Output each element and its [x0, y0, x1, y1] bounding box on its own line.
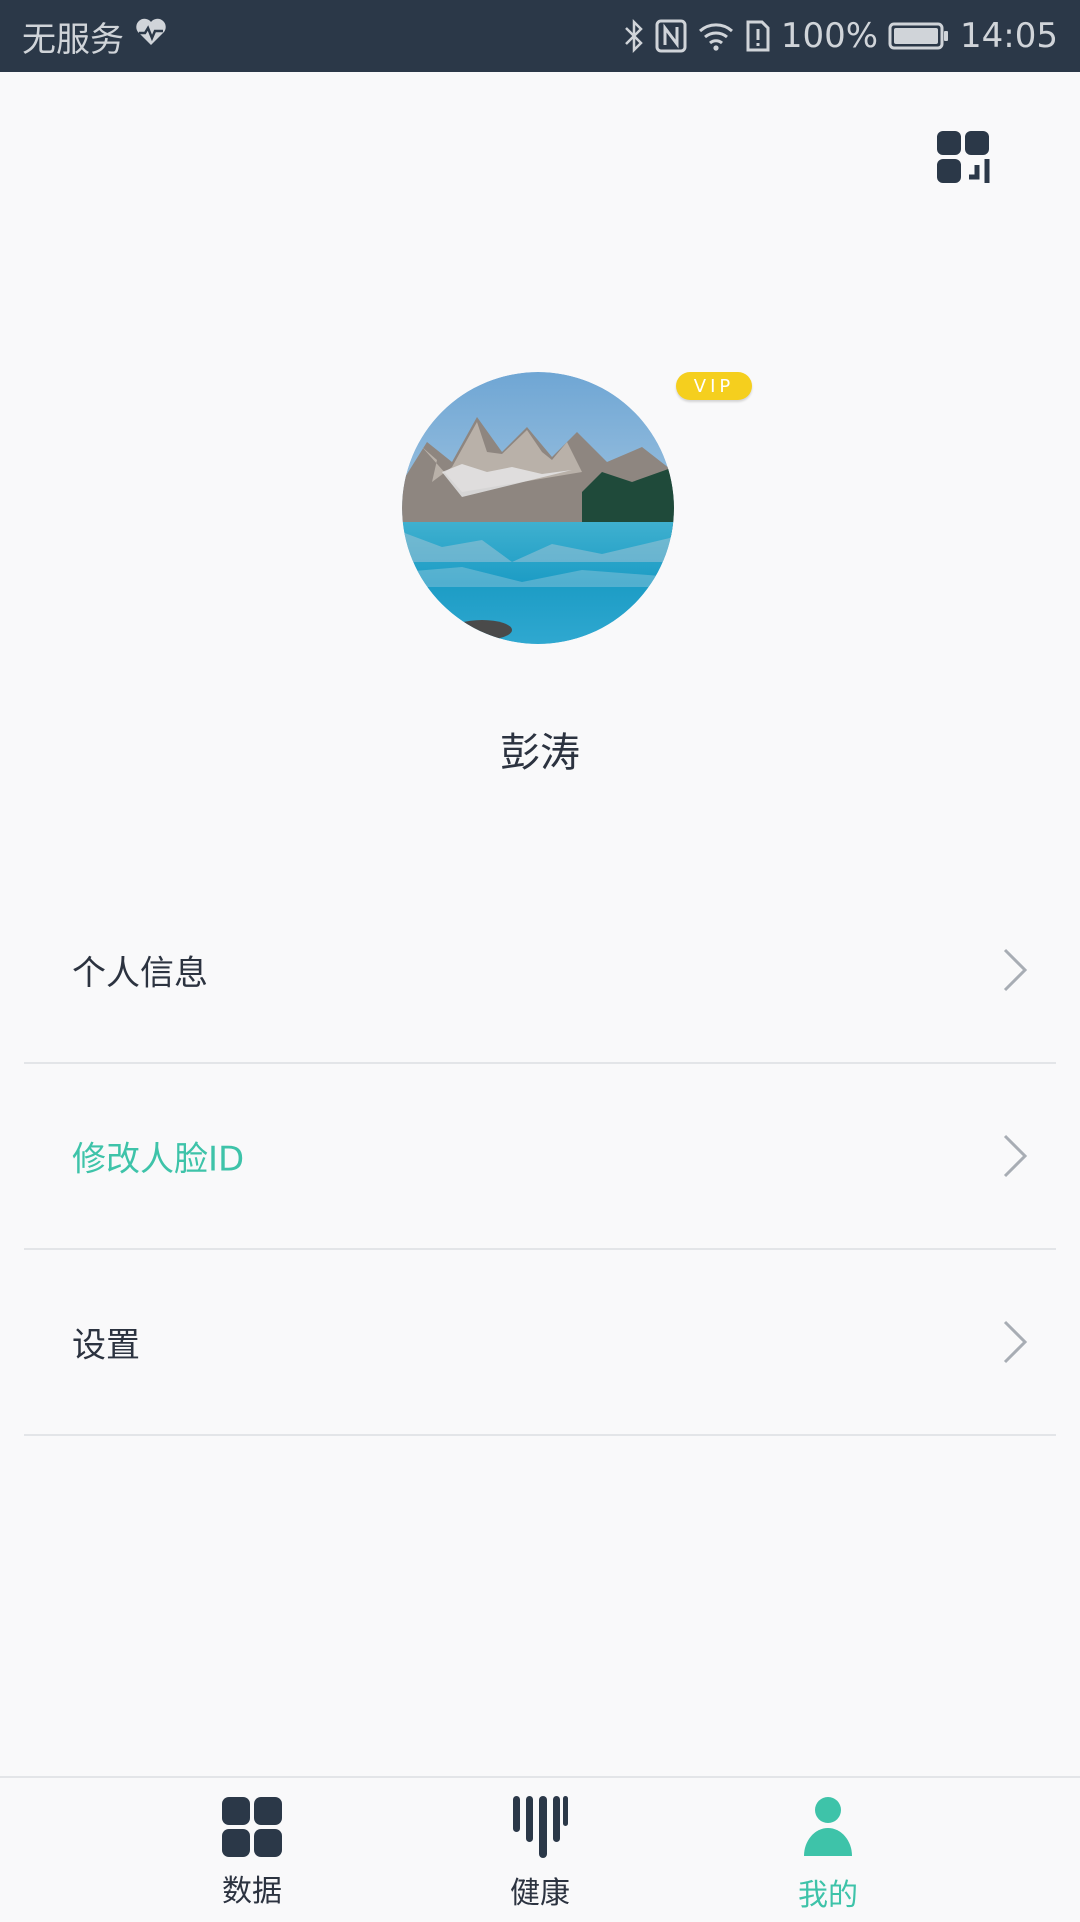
menu-item-label: 个人信息	[72, 953, 208, 994]
sim-alert-icon	[745, 19, 771, 53]
person-icon	[804, 1797, 852, 1856]
menu-item-settings[interactable]: 设置	[24, 1250, 1056, 1436]
chevron-right-icon	[1003, 948, 1028, 992]
menu-item-label: 设置	[72, 1325, 140, 1366]
bottom-nav: 数据 健康 我的	[0, 1776, 1080, 1922]
avatar[interactable]	[402, 372, 674, 644]
nav-label: 健康	[510, 1876, 570, 1911]
vip-badge: VIP	[676, 372, 752, 400]
carrier-text: 无服务	[22, 19, 124, 60]
menu-item-face-id[interactable]: 修改人脸ID	[24, 1064, 1056, 1250]
chevron-right-icon	[1003, 1320, 1028, 1364]
nav-label: 数据	[222, 1874, 282, 1909]
nav-label: 我的	[798, 1878, 858, 1913]
mountain-lake-photo	[402, 372, 674, 644]
bars-icon	[513, 1796, 568, 1858]
qr-code-icon[interactable]	[933, 127, 993, 187]
status-bar: 无服务 100% 14:05	[0, 0, 1080, 72]
chevron-right-icon	[1003, 1134, 1028, 1178]
wifi-icon	[697, 20, 735, 52]
nav-tab-health[interactable]: 健康	[450, 1778, 630, 1922]
nav-tab-data[interactable]: 数据	[162, 1778, 342, 1922]
grid-icon	[222, 1797, 282, 1857]
nfc-icon	[655, 19, 687, 53]
clock: 14:05	[960, 16, 1058, 56]
heart-pulse-icon	[134, 16, 168, 56]
battery-percent: 100%	[780, 16, 879, 56]
menu-item-label: 修改人脸ID	[72, 1139, 245, 1180]
bluetooth-icon	[623, 18, 645, 54]
battery-icon	[888, 21, 950, 51]
menu-item-personal-info[interactable]: 个人信息	[24, 878, 1056, 1064]
user-name: 彭涛	[500, 730, 580, 776]
nav-tab-mine[interactable]: 我的	[738, 1778, 918, 1922]
